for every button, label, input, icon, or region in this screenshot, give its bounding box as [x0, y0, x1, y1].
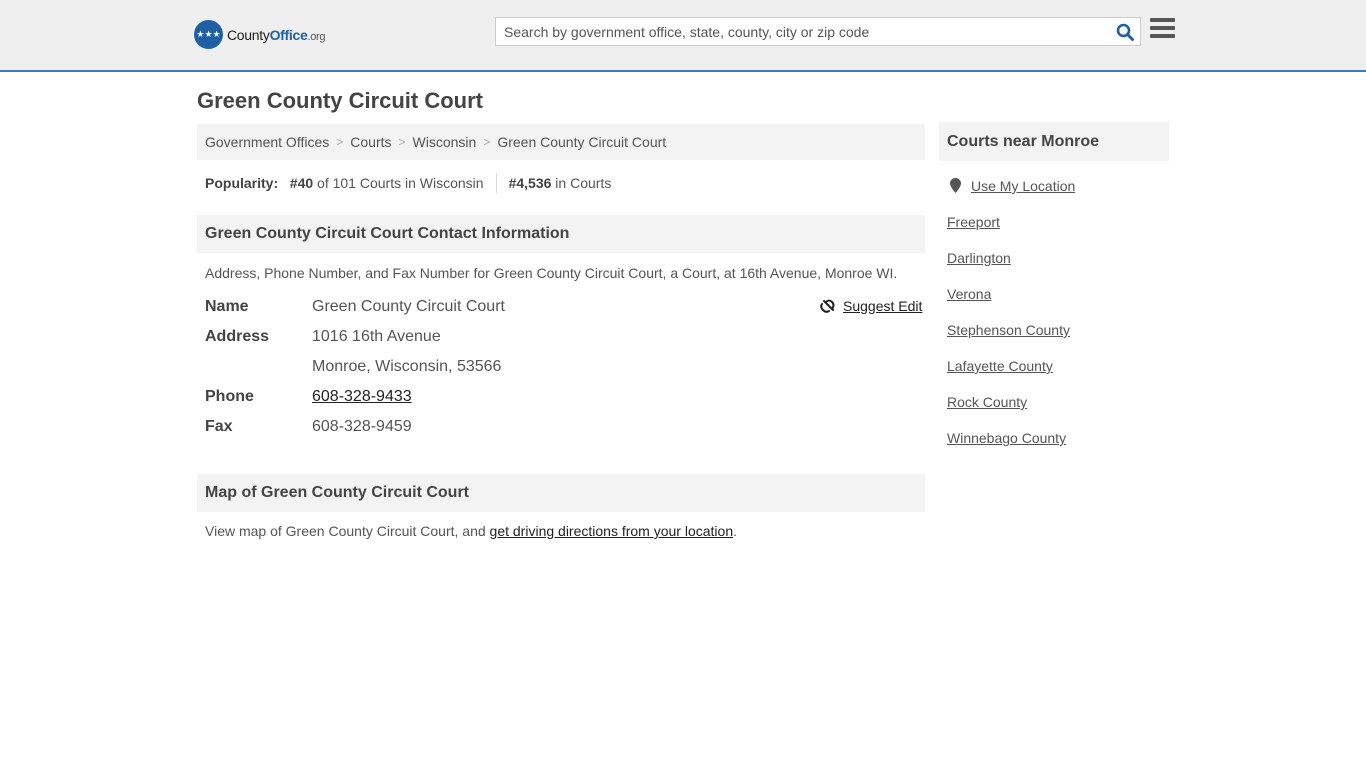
- broken-link-icon: [820, 299, 835, 313]
- use-my-location-link[interactable]: Use My Location: [971, 178, 1075, 194]
- logo-text: CountyOffice.org: [227, 26, 326, 43]
- driving-directions-link[interactable]: get driving directions from your locatio…: [490, 523, 734, 539]
- state-rank-text: of 101 Courts in Wisconsin: [317, 175, 484, 191]
- breadcrumb-separator: >: [398, 135, 406, 149]
- info-row-phone: Phone 608-328-9433: [205, 388, 412, 405]
- nearby-court-link[interactable]: Freeport: [947, 214, 1000, 230]
- national-rank-text: in Courts: [555, 175, 612, 191]
- nearby-court-link[interactable]: Lafayette County: [947, 358, 1053, 374]
- map-section-heading: Map of Green County Circuit Court: [197, 474, 925, 512]
- nearby-court-link[interactable]: Stephenson County: [947, 322, 1070, 338]
- popularity: Popularity: #40 of 101 Courts in Wiscons…: [205, 173, 611, 193]
- site-header: ★★★ CountyOffice.org: [0, 0, 1366, 72]
- contact-section-heading: Green County Circuit Court Contact Infor…: [197, 215, 925, 253]
- search-input[interactable]: [496, 18, 1110, 45]
- hamburger-menu-icon[interactable]: [1150, 18, 1175, 42]
- breadcrumb-government-offices[interactable]: Government Offices: [205, 134, 329, 150]
- site-logo[interactable]: ★★★ CountyOffice.org: [194, 20, 326, 49]
- breadcrumb-separator: >: [336, 135, 344, 149]
- search-button[interactable]: [1110, 18, 1140, 45]
- divider: [495, 173, 497, 193]
- eagle-logo-icon: ★★★: [194, 20, 223, 49]
- nearby-court-link[interactable]: Winnebago County: [947, 430, 1066, 446]
- breadcrumb: Government Offices > Courts > Wisconsin …: [197, 124, 925, 160]
- phone-link[interactable]: 608-328-9433: [312, 388, 412, 405]
- page-title: Green County Circuit Court: [197, 88, 484, 113]
- breadcrumb-current[interactable]: Green County Circuit Court: [497, 134, 666, 150]
- search-icon: [1116, 23, 1134, 41]
- nearby-court-link[interactable]: Verona: [947, 286, 991, 302]
- sidebar-heading: Courts near Monroe: [939, 122, 1169, 161]
- use-my-location[interactable]: Use My Location: [947, 178, 1075, 214]
- nearby-court-link[interactable]: Rock County: [947, 394, 1027, 410]
- breadcrumb-separator: >: [483, 135, 491, 149]
- suggest-edit-link[interactable]: Suggest Edit: [843, 298, 922, 314]
- breadcrumb-courts[interactable]: Courts: [350, 134, 391, 150]
- national-rank: #4,536: [508, 175, 552, 191]
- info-row-fax: Fax 608-328-9459: [205, 418, 412, 435]
- contact-description: Address, Phone Number, and Fax Number fo…: [205, 265, 898, 281]
- location-pin-icon: [950, 178, 961, 193]
- info-row-address: Address 1016 16th Avenue: [205, 328, 441, 345]
- map-description: View map of Green County Circuit Court, …: [205, 523, 737, 539]
- state-rank: #40: [289, 175, 314, 191]
- info-row-address-city: Monroe, Wisconsin, 53566: [312, 358, 502, 375]
- search-bar: [495, 17, 1141, 46]
- suggest-edit-button[interactable]: Suggest Edit: [820, 298, 922, 314]
- nearby-courts-list: Use My Location Freeport Darlington Vero…: [947, 178, 1075, 466]
- breadcrumb-wisconsin[interactable]: Wisconsin: [413, 134, 477, 150]
- info-row-name: Name Green County Circuit Court: [205, 298, 505, 315]
- popularity-label: Popularity:: [205, 175, 279, 191]
- nearby-court-link[interactable]: Darlington: [947, 250, 1011, 266]
